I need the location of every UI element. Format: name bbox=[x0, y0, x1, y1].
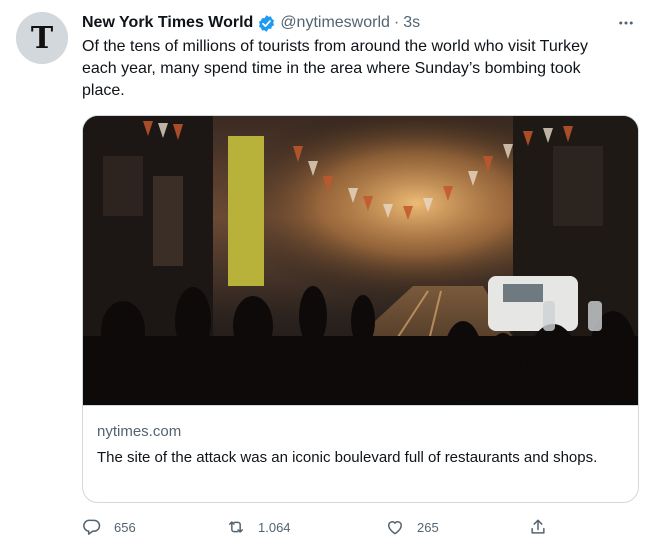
reply-count: 656 bbox=[114, 519, 136, 535]
tweet-actions: 656 1.064 265 bbox=[82, 515, 562, 539]
card-domain: nytimes.com bbox=[97, 423, 182, 440]
reply-button[interactable]: 656 bbox=[82, 515, 136, 539]
avatar-letter: T bbox=[31, 21, 54, 56]
reply-icon bbox=[83, 519, 101, 535]
like-icon bbox=[388, 521, 402, 535]
card-title: The site of the attack was an iconic bou… bbox=[97, 449, 598, 466]
link-card[interactable]: nytimes.com The site of the attack was a… bbox=[82, 115, 639, 503]
more-icon[interactable] bbox=[614, 12, 638, 34]
separator-dot: · bbox=[393, 14, 400, 31]
retweet-count: 1.064 bbox=[258, 519, 291, 535]
tweet[interactable]: T New York Times World @nytimesworld · 3… bbox=[0, 0, 656, 551]
author-name[interactable]: New York Times World bbox=[82, 14, 253, 32]
tweet-header: New York Times World @nytimesworld · 3s bbox=[82, 12, 420, 34]
tweet-timestamp[interactable]: 3s bbox=[403, 14, 420, 32]
share-icon bbox=[531, 519, 545, 534]
nyt-logo-icon: T bbox=[16, 12, 68, 64]
tweet-text: Of the tens of millions of tourists from… bbox=[82, 38, 588, 99]
retweet-icon bbox=[229, 521, 243, 533]
retweet-button[interactable]: 1.064 bbox=[226, 515, 291, 539]
verified-badge-icon bbox=[257, 14, 276, 33]
like-count: 265 bbox=[417, 519, 439, 535]
share-button[interactable] bbox=[528, 515, 548, 539]
like-button[interactable]: 265 bbox=[385, 515, 439, 539]
card-photo bbox=[83, 116, 638, 406]
author-handle[interactable]: @nytimesworld bbox=[280, 14, 390, 32]
avatar[interactable]: T bbox=[16, 12, 68, 64]
